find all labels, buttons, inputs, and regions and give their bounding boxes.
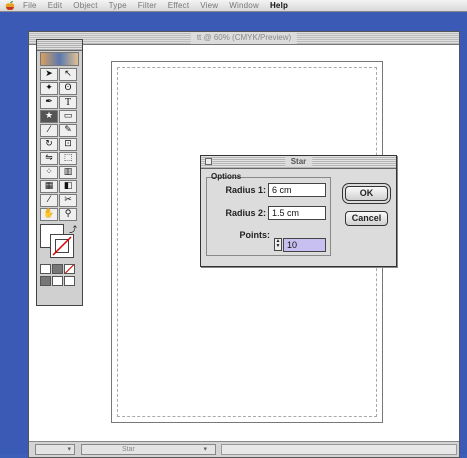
- ok-button[interactable]: OK: [345, 186, 388, 201]
- hand-icon[interactable]: ✋: [40, 208, 58, 221]
- scale-icon[interactable]: ⊡: [59, 138, 77, 151]
- apple-logo-icon: [5, 1, 15, 11]
- apple-menu[interactable]: [3, 0, 17, 12]
- horizontal-scrollbar[interactable]: [221, 444, 457, 455]
- pencil-icon[interactable]: ✎: [59, 124, 77, 137]
- direct-selection-icon[interactable]: ↖: [59, 68, 77, 81]
- pen-icon[interactable]: ✒: [40, 96, 58, 109]
- radius1-label: Radius 1:: [225, 185, 266, 195]
- symbol-sprayer-icon[interactable]: ⁘: [40, 166, 58, 179]
- paintbrush-icon[interactable]: ⁄: [40, 124, 58, 137]
- cancel-button[interactable]: Cancel: [345, 211, 388, 226]
- close-box-icon[interactable]: [205, 158, 212, 165]
- menu-bar: File Edit Object Type Filter Effect View…: [0, 0, 467, 12]
- stroke-swatch[interactable]: [50, 234, 74, 258]
- color-mode-button[interactable]: [40, 264, 51, 274]
- menu-help[interactable]: Help: [270, 1, 288, 10]
- zoom-popup[interactable]: ▾: [35, 444, 75, 455]
- free-transform-icon[interactable]: ⬚: [59, 152, 77, 165]
- points-field[interactable]: [283, 238, 326, 252]
- color-controls: ⤴: [40, 224, 79, 262]
- document-title: tt @ 60% (CMYK/Preview): [190, 32, 298, 44]
- menu-type[interactable]: Type: [109, 1, 127, 10]
- menu-window[interactable]: Window: [229, 1, 259, 10]
- star-dialog: Star Options Radius 1: Radius 2: Points:…: [200, 155, 397, 267]
- dialog-title-bar[interactable]: Star: [201, 156, 396, 169]
- full-screen-menu-mode-button[interactable]: [52, 276, 63, 286]
- reflect-icon[interactable]: ⇋: [40, 152, 58, 165]
- full-screen-mode-button[interactable]: [64, 276, 75, 286]
- magic-wand-icon[interactable]: ✦: [40, 82, 58, 95]
- desktop: tt @ 60% (CMYK/Preview) ▾ Star ▾ ➤ ↖ ✦ ʘ…: [0, 12, 467, 458]
- zoom-icon[interactable]: ⚲: [59, 208, 77, 221]
- menu-object[interactable]: Object: [73, 1, 97, 10]
- radius1-field[interactable]: [268, 183, 326, 197]
- rectangle-icon[interactable]: ▭: [59, 110, 77, 123]
- menu-effect[interactable]: Effect: [168, 1, 190, 10]
- illustrator-logo: [40, 52, 79, 66]
- selection-arrow-icon[interactable]: ➤: [40, 68, 58, 81]
- points-label: Points:: [239, 230, 271, 240]
- toolbox-palette: ➤ ↖ ✦ ʘ ✒ T ★ ▭ ⁄ ✎ ↻ ⊡ ⇋ ⬚ ⁘ ▥ ▦ ◧ ⁄ ✂ …: [36, 39, 83, 306]
- radius2-label: Radius 2:: [225, 208, 266, 218]
- lasso-icon[interactable]: ʘ: [59, 82, 77, 95]
- status-bar: ▾ Star ▾: [29, 441, 459, 457]
- scissors-icon[interactable]: ✂: [59, 194, 77, 207]
- status-tool-popup[interactable]: Star ▾: [81, 444, 216, 455]
- menu-view[interactable]: View: [200, 1, 218, 10]
- radius2-field[interactable]: [268, 206, 326, 220]
- points-stepper[interactable]: ▲ ▼: [274, 238, 282, 251]
- gradient-icon[interactable]: ◧: [59, 180, 77, 193]
- none-slash-icon: [52, 236, 72, 256]
- menu-file[interactable]: File: [23, 1, 37, 10]
- rotate-icon[interactable]: ↻: [40, 138, 58, 151]
- gradient-mode-button[interactable]: [52, 264, 63, 274]
- type-icon[interactable]: T: [59, 96, 77, 109]
- menu-edit[interactable]: Edit: [48, 1, 63, 10]
- toolbox-title-bar[interactable]: [37, 40, 82, 51]
- dialog-title: Star: [284, 156, 313, 167]
- document-title-bar[interactable]: tt @ 60% (CMYK/Preview): [29, 32, 459, 45]
- options-group-label: Options: [211, 172, 242, 181]
- graph-icon[interactable]: ▥: [59, 166, 77, 179]
- star-icon[interactable]: ★: [40, 110, 58, 123]
- eyedropper-icon[interactable]: ⁄: [40, 194, 58, 207]
- swap-fill-stroke-icon[interactable]: ⤴: [69, 224, 77, 235]
- none-mode-button[interactable]: [64, 264, 75, 274]
- standard-screen-mode-button[interactable]: [40, 276, 51, 286]
- mesh-icon[interactable]: ▦: [40, 180, 58, 193]
- menu-filter[interactable]: Filter: [138, 1, 157, 10]
